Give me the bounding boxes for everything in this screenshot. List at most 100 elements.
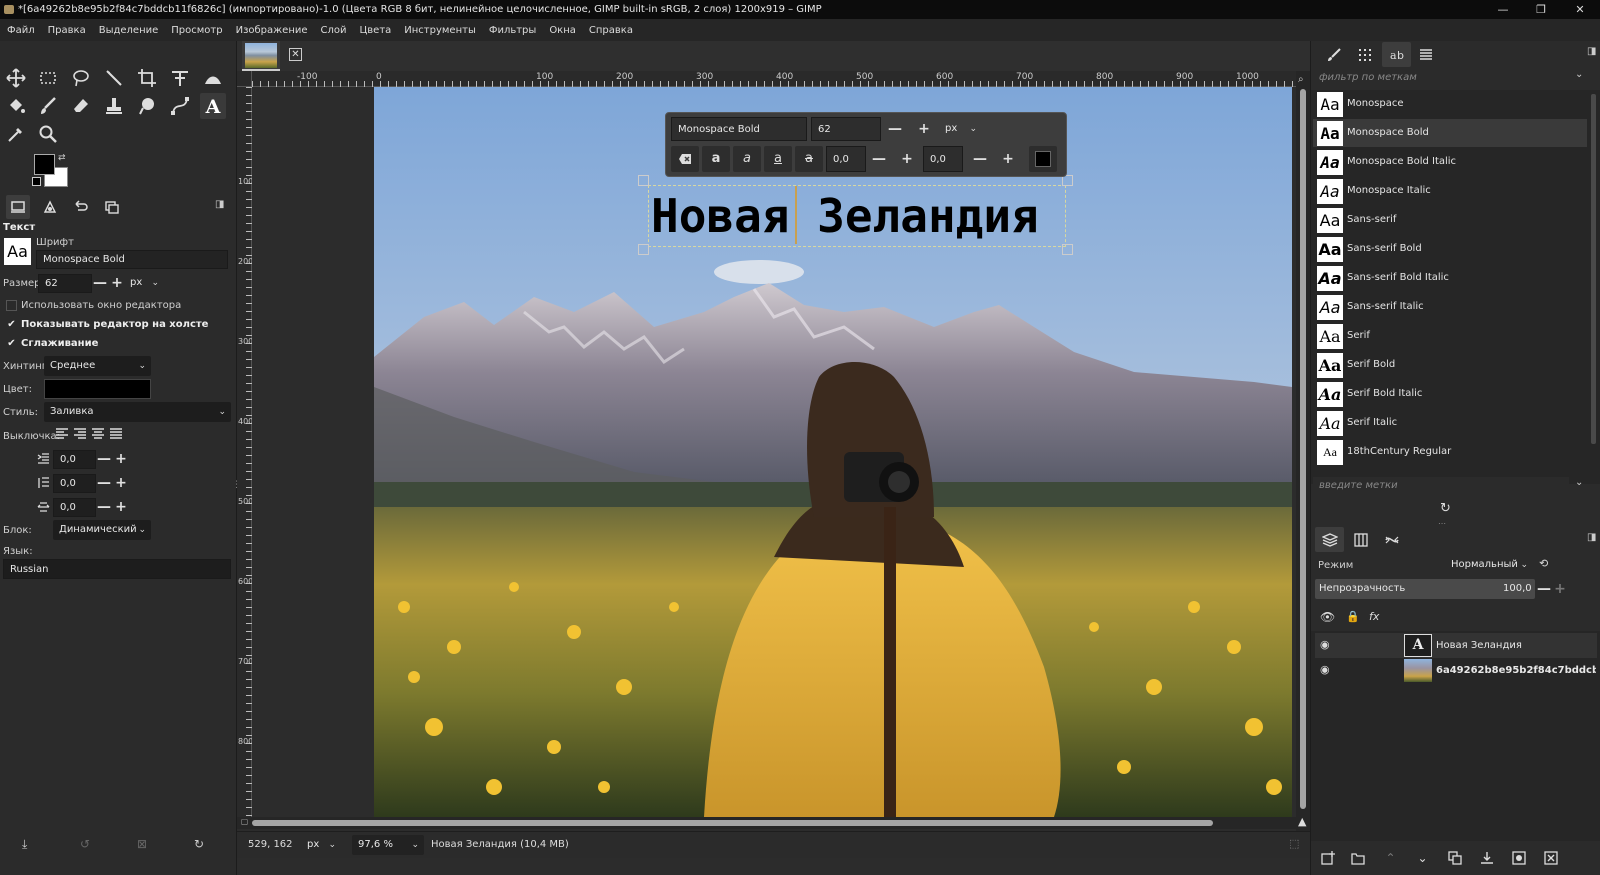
box-select[interactable]: Динамический ⌄ (53, 520, 151, 540)
menu-filters[interactable]: Фильтры (489, 25, 536, 36)
resize-handle-top-left[interactable] (638, 175, 649, 186)
font-item-selected[interactable]: Aa Monospace Bold (1313, 119, 1587, 147)
font-item[interactable]: Aa Serif Bold Italic (1313, 380, 1587, 408)
text-tool-icon[interactable]: A (200, 93, 226, 119)
canvas-text[interactable]: Новая Зеландия (651, 186, 1039, 246)
tab-fonts[interactable]: ab (1382, 42, 1411, 67)
font-item[interactable]: Aa Monospace Italic (1313, 177, 1587, 205)
tab-document-history[interactable] (1414, 44, 1438, 66)
lasso-tool-icon[interactable] (68, 65, 94, 91)
lock-icon[interactable]: 🔒 (1346, 610, 1360, 623)
font-item[interactable]: Aa Monospace (1313, 90, 1587, 118)
lower-layer-icon[interactable]: ⌄ (1409, 845, 1436, 870)
baseline-decrease-button[interactable]: — (872, 152, 886, 166)
image-canvas[interactable]: Новая Зеландия Monospace Bold 62 — + px ⌄… (252, 87, 1296, 817)
kerning-decrease-button[interactable]: — (973, 152, 987, 166)
vertical-scroll-thumb[interactable] (1300, 89, 1306, 809)
style-select[interactable]: Заливка ⌄ (44, 402, 231, 422)
menu-view[interactable]: Просмотр (171, 25, 222, 36)
status-unit-select[interactable]: px ⌄ (301, 835, 341, 855)
font-item[interactable]: Aa Serif Italic (1313, 409, 1587, 437)
menu-edit[interactable]: Правка (48, 25, 86, 36)
paintbrush-tool-icon[interactable] (35, 93, 61, 119)
font-item[interactable]: Aa Sans-serif Bold Italic (1313, 264, 1587, 292)
mode-switch-icon[interactable]: ⟲ (1539, 557, 1548, 570)
line-spacing-decrease-button[interactable]: — (97, 476, 111, 490)
maximize-button[interactable]: ❐ (1521, 0, 1561, 19)
smudge-tool-icon[interactable] (134, 93, 160, 119)
menu-help[interactable]: Справка (589, 25, 633, 36)
new-layer-button[interactable] (1314, 845, 1341, 870)
delete-layer-button[interactable] (1537, 845, 1564, 870)
tab-tool-options[interactable] (6, 195, 30, 219)
raise-layer-icon[interactable]: ⌃ (1377, 845, 1404, 870)
chevron-down-icon[interactable]: ⌄ (1575, 477, 1583, 488)
use-editor-checkbox[interactable] (6, 300, 17, 311)
menu-file[interactable]: Файл (7, 25, 35, 36)
eraser-tool-icon[interactable] (68, 93, 94, 119)
crop-tool-icon[interactable] (134, 65, 160, 91)
paths-tool-icon[interactable] (167, 93, 193, 119)
ruler-corner[interactable] (237, 71, 252, 87)
indent-input[interactable]: 0,0 (53, 450, 96, 469)
vertical-scrollbar[interactable]: ⌕ ▲ (1296, 71, 1310, 831)
transform-tool-icon[interactable] (167, 65, 193, 91)
font-field[interactable]: Monospace Bold (36, 250, 228, 269)
zoom-image-icon[interactable]: ⌕ (1298, 74, 1304, 85)
font-item[interactable]: Aa Monospace Bold Italic (1313, 148, 1587, 176)
swap-colors-icon[interactable]: ⇄ (58, 153, 66, 163)
eye-icon[interactable]: ◉ (1320, 638, 1330, 651)
default-colors-icon[interactable] (32, 177, 41, 186)
bucket-fill-tool-icon[interactable] (3, 93, 29, 119)
opacity-increase-button[interactable]: + (1554, 582, 1566, 596)
font-filter-input[interactable]: фильтр по меткам (1313, 69, 1569, 88)
font-item[interactable]: Aa Serif (1313, 322, 1587, 350)
clone-tool-icon[interactable] (101, 93, 127, 119)
font-item[interactable]: Aa 18thCentury Regular (1313, 438, 1587, 466)
size-input[interactable]: 62 (38, 274, 92, 293)
font-preview-button[interactable]: Aa (4, 238, 31, 265)
image-tab-thumbnail[interactable] (242, 41, 280, 71)
layer-row-image[interactable]: ◉ 6a49262b8e95b2f84c7bddcb (1315, 658, 1597, 683)
foreground-color-swatch[interactable] (34, 154, 55, 175)
opacity-decrease-button[interactable]: — (1537, 582, 1551, 596)
refresh-fonts-icon[interactable]: ↻ (1440, 501, 1451, 516)
new-group-button[interactable] (1344, 845, 1371, 870)
delete-options-icon[interactable]: ⊠ (137, 837, 147, 851)
editor-font-field[interactable]: Monospace Bold (671, 117, 807, 141)
close-button[interactable]: ✕ (1560, 0, 1600, 19)
horizontal-ruler[interactable]: -100 0 100 200 300 400 500 600 700 800 9… (252, 71, 1296, 87)
color-picker-tool-icon[interactable] (3, 121, 29, 147)
visibility-header-icon[interactable]: 👁 (1320, 610, 1335, 624)
font-item[interactable]: Aa Serif Bold (1313, 351, 1587, 379)
letter-spacing-decrease-button[interactable]: — (97, 500, 111, 514)
fonts-scrollbar[interactable] (1591, 94, 1596, 444)
show-editor-checkbox[interactable]: ✔ (6, 319, 17, 330)
letter-spacing-input[interactable]: 0,0 (53, 498, 96, 517)
tab-undo-history[interactable] (69, 195, 93, 219)
chevron-down-icon[interactable]: ⌄ (1575, 69, 1583, 80)
editor-size-decrease-button[interactable]: — (888, 122, 902, 136)
menu-image[interactable]: Изображение (236, 25, 308, 36)
duplicate-layer-button[interactable] (1441, 845, 1468, 870)
clear-style-button[interactable] (671, 146, 699, 172)
strikethrough-icon[interactable]: a (795, 146, 823, 172)
menu-select[interactable]: Выделение (99, 25, 159, 36)
menu-colors[interactable]: Цвета (360, 25, 392, 36)
font-item[interactable]: Aa Sans-serif Bold (1313, 235, 1587, 263)
eye-icon[interactable]: ◉ (1320, 663, 1330, 676)
text-layer-bounds[interactable]: Новая Зеландия (648, 185, 1066, 247)
zoom-select[interactable]: 97,6 % ⌄ (352, 835, 424, 855)
dock-menu-icon[interactable]: ◨ (1587, 532, 1596, 543)
resize-handle-bottom-left[interactable] (638, 244, 649, 255)
size-unit-select[interactable]: px ⌄ (124, 273, 164, 293)
mode-select[interactable]: Нормальный ⌄ (1451, 555, 1533, 575)
tab-patterns[interactable] (1353, 44, 1377, 66)
editor-size-input[interactable]: 62 (811, 117, 881, 141)
quick-mask-toggle[interactable]: ▢ (237, 817, 252, 829)
menu-windows[interactable]: Окна (549, 25, 576, 36)
fx-icon[interactable]: fx (1369, 610, 1379, 623)
justify-right-icon[interactable] (73, 428, 87, 443)
save-options-icon[interactable]: ⤓ (22, 837, 27, 852)
editor-size-increase-button[interactable]: + (918, 122, 930, 136)
